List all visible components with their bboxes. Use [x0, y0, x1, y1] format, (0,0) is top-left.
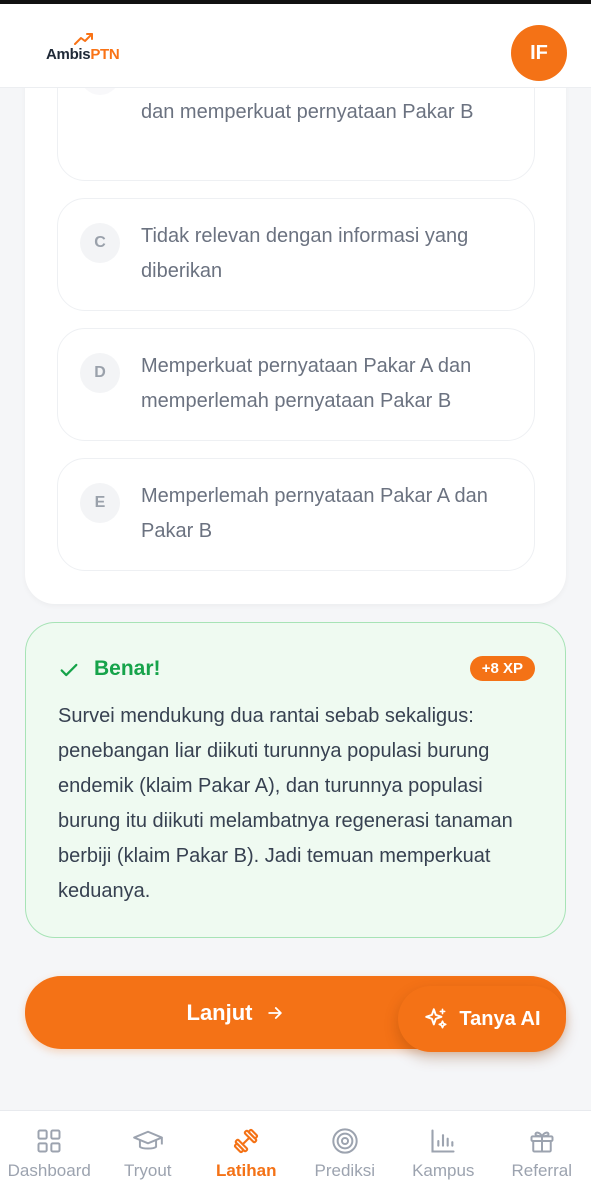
avatar[interactable]: IF: [511, 25, 567, 81]
sparkles-icon: [425, 1008, 447, 1029]
nav-label: Latihan: [216, 1161, 277, 1180]
nav-label: Prediksi: [314, 1161, 375, 1180]
bottom-nav: Dashboard Tryout Latihan Prediksi Kampus…: [0, 1110, 591, 1200]
option-text: Tidak relevan dengan informasi yang dibe…: [141, 225, 469, 282]
option-text: Memperlemah pernyataan Pakar A dan Pakar…: [141, 485, 488, 542]
nav-referral[interactable]: Referral: [493, 1111, 591, 1200]
arrow-right-icon: [267, 1006, 282, 1019]
option-text: Memperkuat pernyataan Pakar A dan memper…: [141, 355, 472, 412]
graduation-cap-icon: [132, 1130, 163, 1150]
feedback-title: Benar!: [94, 657, 161, 680]
gift-icon: [530, 1131, 554, 1153]
trend-up-icon: [74, 33, 93, 45]
nav-tryout[interactable]: Tryout: [99, 1111, 198, 1200]
target-icon: [332, 1128, 358, 1154]
option-letter-badge: E: [80, 483, 120, 523]
bar-chart-icon: [431, 1129, 455, 1153]
nav-latihan[interactable]: Latihan: [197, 1111, 296, 1200]
nav-label: Tryout: [123, 1161, 172, 1180]
option-d[interactable]: D Memperkuat pernyataan Pakar A dan memp…: [57, 328, 535, 441]
nav-prediksi[interactable]: Prediksi: [296, 1111, 395, 1200]
nav-label: Referral: [511, 1161, 572, 1180]
option-letter-badge: D: [80, 353, 120, 393]
top-bar: AmbisPTN IF: [0, 0, 591, 88]
app-logo[interactable]: AmbisPTN: [46, 32, 136, 72]
option-text: dan memperkuat pernyataan Pakar B: [141, 101, 474, 123]
nav-label: Kampus: [412, 1161, 475, 1180]
nav-label: Dashboard: [7, 1161, 91, 1180]
option-e[interactable]: E Memperlemah pernyataan Pakar A dan Pak…: [57, 458, 535, 571]
grid-icon: [37, 1129, 61, 1153]
next-button-label: Lanjut: [186, 999, 253, 1025]
nav-kampus[interactable]: Kampus: [394, 1111, 493, 1200]
dumbbell-icon: [234, 1128, 259, 1154]
xp-badge: +8 XP: [469, 656, 535, 681]
ask-ai-label: Tanya AI: [459, 1007, 541, 1030]
ask-ai-button[interactable]: Tanya AI: [398, 986, 566, 1052]
answer-feedback: Benar! +8 XP Survei mendukung dua rantai…: [25, 622, 566, 938]
option-letter-badge: C: [80, 223, 120, 263]
nav-dashboard[interactable]: Dashboard: [0, 1111, 99, 1200]
feedback-explanation: Survei mendukung dua rantai sebab sekali…: [58, 705, 513, 902]
logo-text: AmbisPTN: [46, 46, 120, 63]
option-c[interactable]: C Tidak relevan dengan informasi yang di…: [57, 198, 535, 311]
check-icon: [60, 663, 78, 677]
